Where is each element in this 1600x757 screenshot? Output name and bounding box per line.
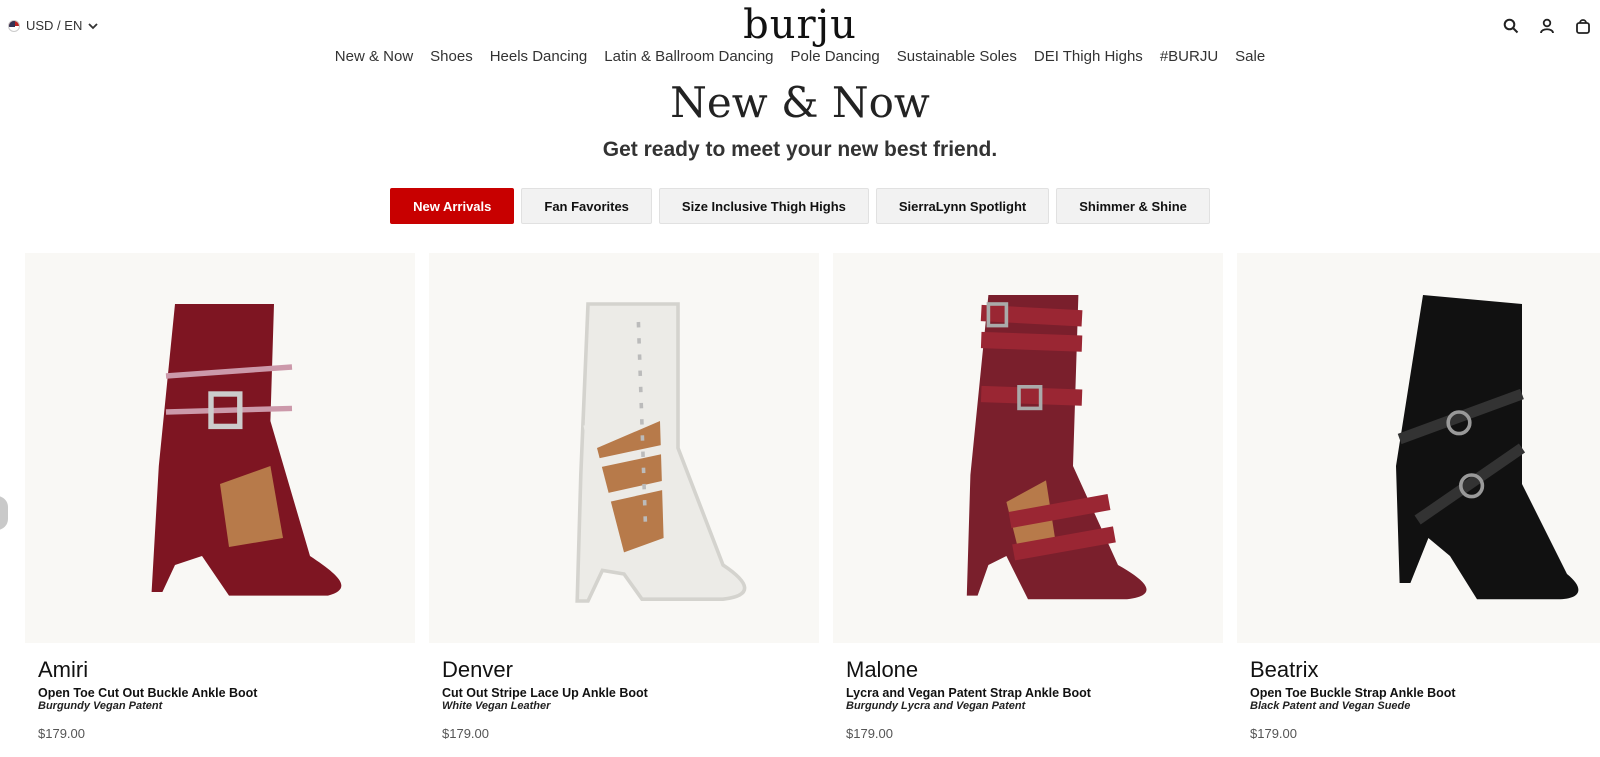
product-price: $179.00 [846, 726, 893, 741]
top-bar: USD / EN burju [0, 0, 1600, 52]
product-card[interactable]: Beatrix Open Toe Buckle Strap Ankle Boot… [1237, 253, 1600, 741]
product-variant: Black Patent and Vegan Suede [1250, 700, 1411, 712]
nav-latin-ballroom[interactable]: Latin & Ballroom Dancing [604, 48, 773, 65]
nav-sale[interactable]: Sale [1235, 48, 1265, 65]
tab-new-arrivals[interactable]: New Arrivals [390, 188, 515, 224]
product-name[interactable]: Malone [846, 657, 1210, 683]
page-subtitle: Get ready to meet your new best friend. [602, 138, 998, 161]
cart-icon[interactable] [1574, 17, 1592, 35]
tab-shimmer-shine[interactable]: Shimmer & Shine [1056, 188, 1210, 224]
nav-shoes[interactable]: Shoes [430, 48, 473, 65]
product-card[interactable]: Denver Cut Out Stripe Lace Up Ankle Boot… [429, 253, 819, 741]
product-description: Open Toe Buckle Strap Ankle Boot [1250, 686, 1456, 700]
nav-dei-thigh-highs[interactable]: DEI Thigh Highs [1034, 48, 1143, 65]
product-image[interactable] [25, 253, 415, 643]
main-nav: New & Now Shoes Heels Dancing Latin & Ba… [0, 48, 1600, 65]
ankle-boot-image [575, 302, 747, 603]
product-description: Open Toe Cut Out Buckle Ankle Boot [38, 686, 258, 700]
carousel-prev-button[interactable] [0, 496, 8, 530]
product-name[interactable]: Denver [442, 657, 806, 683]
ankle-boot-image [151, 304, 342, 596]
nav-pole-dancing[interactable]: Pole Dancing [791, 48, 880, 65]
product-price: $179.00 [442, 726, 489, 741]
tab-sierralynn-spotlight[interactable]: SierraLynn Spotlight [875, 188, 1050, 224]
product-variant: Burgundy Lycra and Vegan Patent [846, 700, 1026, 712]
tab-fan-favorites[interactable]: Fan Favorites [521, 188, 652, 224]
ankle-boot-image [966, 295, 1147, 600]
product-variant: White Vegan Leather [442, 700, 551, 712]
product-name[interactable]: Amiri [38, 657, 402, 683]
product-card[interactable]: Malone Lycra and Vegan Patent Strap Ankl… [833, 253, 1223, 741]
product-image[interactable] [1237, 253, 1600, 643]
nav-burju[interactable]: #BURJU [1160, 48, 1218, 65]
product-image[interactable] [429, 253, 819, 643]
logo[interactable]: burju [0, 2, 1600, 48]
product-price: $179.00 [38, 726, 85, 741]
nav-sustainable-soles[interactable]: Sustainable Soles [897, 48, 1017, 65]
nav-heels-dancing[interactable]: Heels Dancing [490, 48, 588, 65]
account-icon[interactable] [1538, 17, 1556, 35]
collection-tabs: New Arrivals Fan Favorites Size Inclusiv… [0, 188, 1600, 224]
ankle-boot-image [1396, 295, 1579, 600]
search-icon[interactable] [1502, 17, 1520, 35]
page-title: New & Now [670, 78, 930, 127]
nav-new-now[interactable]: New & Now [335, 48, 413, 65]
product-description: Cut Out Stripe Lace Up Ankle Boot [442, 686, 648, 700]
product-name[interactable]: Beatrix [1250, 657, 1600, 683]
tab-size-inclusive-thigh-highs[interactable]: Size Inclusive Thigh Highs [658, 188, 869, 224]
product-description: Lycra and Vegan Patent Strap Ankle Boot [846, 686, 1091, 700]
product-grid: Amiri Open Toe Cut Out Buckle Ankle Boot… [25, 253, 1600, 741]
product-card[interactable]: Amiri Open Toe Cut Out Buckle Ankle Boot… [25, 253, 415, 741]
product-image[interactable] [833, 253, 1223, 643]
product-price: $179.00 [1250, 726, 1297, 741]
product-variant: Burgundy Vegan Patent [38, 700, 163, 712]
